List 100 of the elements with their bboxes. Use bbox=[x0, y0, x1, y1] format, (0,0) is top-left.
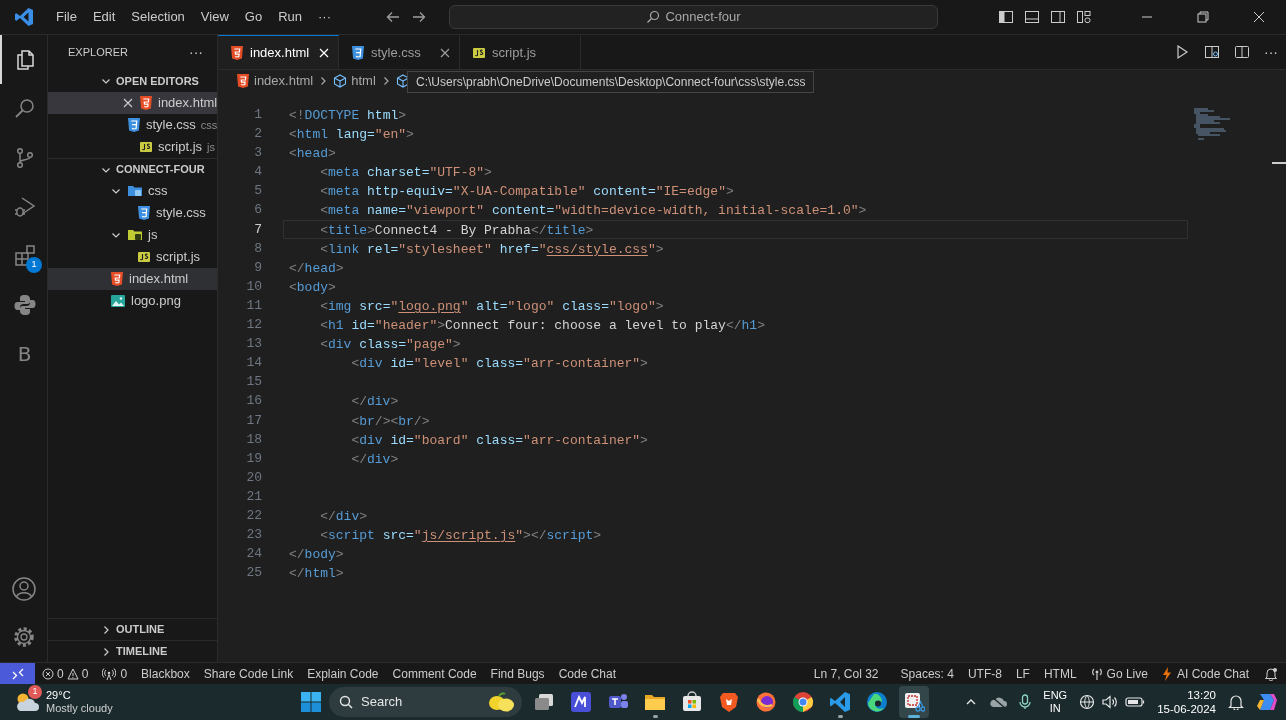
customize-layout-icon[interactable] bbox=[1076, 9, 1092, 25]
search-box[interactable]: Search bbox=[329, 687, 522, 717]
line-number: 1 bbox=[253, 106, 262, 124]
breadcrumb-item[interactable]: index.html bbox=[236, 71, 314, 91]
remote-button[interactable] bbox=[0, 663, 35, 684]
status-item[interactable]: Code Chat bbox=[551, 664, 623, 683]
language-text[interactable]: ENG bbox=[1043, 689, 1068, 702]
close-icon[interactable] bbox=[439, 46, 451, 59]
line-number: 20 bbox=[245, 468, 262, 487]
line-number: 13 bbox=[245, 335, 262, 354]
tree-document[interactable]: style.css bbox=[48, 202, 217, 224]
notification-bell-icon[interactable] bbox=[1228, 694, 1244, 710]
account-icon[interactable] bbox=[10, 576, 37, 602]
open-editor-item[interactable]: script.js js bbox=[48, 136, 217, 158]
line-number: 2 bbox=[253, 125, 262, 144]
broadcast-icon bbox=[102, 667, 117, 680]
command-center[interactable]: Connect-four bbox=[449, 5, 938, 29]
code-line: <body> bbox=[289, 279, 336, 295]
code-line: <div class="page"> bbox=[319, 337, 461, 353]
line-number: 24 bbox=[245, 545, 262, 564]
more-actions-button[interactable]: ··· bbox=[189, 42, 203, 63]
speaker-icon[interactable] bbox=[1101, 694, 1120, 710]
ai-chat-button[interactable]: AI Code Chat bbox=[1154, 664, 1256, 683]
line-number: 11 bbox=[245, 296, 262, 315]
tree-document[interactable]: index.html bbox=[48, 268, 217, 290]
status-item[interactable]: LF bbox=[1008, 664, 1037, 683]
assistant-app-icon[interactable] bbox=[1256, 691, 1278, 713]
section-header[interactable]: OPEN EDITORS bbox=[48, 70, 217, 92]
bell-icon[interactable] bbox=[1264, 666, 1278, 681]
run-icon[interactable] bbox=[1174, 44, 1190, 60]
code-line: </body> bbox=[289, 547, 344, 563]
menu-item[interactable]: Run bbox=[270, 5, 310, 29]
tree-folder[interactable]: css bbox=[48, 180, 217, 202]
status-item[interactable]: Blackbox bbox=[134, 664, 197, 683]
tree-document[interactable]: logo.png bbox=[48, 290, 217, 312]
status-item[interactable]: Ln 7, Col 32 bbox=[806, 664, 886, 683]
status-item[interactable]: Find Bugs bbox=[483, 664, 552, 683]
cloud-off-icon[interactable] bbox=[989, 695, 1008, 709]
more-actions-button[interactable]: ··· bbox=[1264, 41, 1278, 63]
activity-tab[interactable]: 1 bbox=[0, 231, 47, 280]
open-editor-item[interactable]: index.html bbox=[48, 92, 217, 114]
status-item[interactable]: Explain Code bbox=[300, 664, 386, 683]
cube-icon bbox=[333, 74, 348, 88]
open-editor-item[interactable]: style.css css bbox=[48, 114, 217, 136]
status-item[interactable]: HTML bbox=[1036, 664, 1084, 683]
battery-icon[interactable] bbox=[1125, 696, 1146, 708]
scrollbar-marker bbox=[1272, 162, 1286, 164]
section-header[interactable]: CONNECT-FOUR bbox=[48, 158, 217, 180]
menu-item[interactable]: Selection bbox=[123, 5, 193, 29]
editor-tab[interactable]: style.css bbox=[339, 35, 460, 69]
run-debug-icon[interactable] bbox=[12, 194, 37, 219]
status-item[interactable]: Spaces: 4 bbox=[893, 664, 961, 683]
menu-item[interactable]: View bbox=[192, 5, 237, 29]
panel-layout-icon[interactable] bbox=[1024, 9, 1040, 25]
line-number: 23 bbox=[245, 526, 262, 545]
problems-button[interactable]: 0 0 bbox=[35, 664, 96, 683]
date-text[interactable]: 15-06-2024 bbox=[1157, 702, 1216, 716]
breadcrumb-item[interactable] bbox=[395, 74, 410, 88]
status-item[interactable]: Share Code Link bbox=[196, 664, 301, 683]
time-text[interactable]: 13:20 bbox=[1187, 688, 1216, 702]
python-logo-icon[interactable] bbox=[12, 292, 37, 317]
back-arrow-icon[interactable] bbox=[385, 9, 401, 25]
folder-hint: css bbox=[200, 117, 218, 133]
code-line: <meta name="viewport" content="width=device-width, initial-scale=1.0"> bbox=[319, 203, 867, 219]
status-item[interactable]: Comment Code bbox=[385, 664, 484, 683]
activity-tab[interactable]: B bbox=[0, 329, 47, 378]
forward-arrow-icon[interactable] bbox=[411, 9, 427, 25]
editor-tab[interactable]: index.html bbox=[218, 35, 339, 69]
preview-icon[interactable] bbox=[1204, 44, 1220, 60]
status-item[interactable]: UTF-8 bbox=[960, 664, 1009, 683]
code-line: </div> bbox=[350, 451, 399, 467]
line-number: 6 bbox=[253, 201, 262, 220]
lightning-icon bbox=[1161, 666, 1172, 681]
line-number: 22 bbox=[245, 506, 262, 525]
tree-folder[interactable]: js bbox=[48, 224, 217, 246]
extension-letter[interactable]: B bbox=[17, 338, 32, 369]
menu-item[interactable]: ··· bbox=[310, 5, 339, 29]
tree-document[interactable]: script.js bbox=[48, 246, 217, 268]
code-line: <meta http-equiv="X-UA-Compatible" content="IE=edge"> bbox=[319, 184, 734, 200]
menu-item[interactable]: Go bbox=[236, 5, 271, 29]
sidebar-layout-icon[interactable] bbox=[998, 9, 1014, 25]
line-number: 7 bbox=[253, 220, 262, 239]
extensions-icon[interactable] bbox=[12, 243, 37, 268]
menu-item[interactable]: File bbox=[48, 5, 85, 29]
microphone-icon[interactable] bbox=[1019, 694, 1032, 710]
go-live-button[interactable]: Go Live bbox=[1083, 664, 1155, 683]
css-file-icon bbox=[127, 118, 141, 132]
region-text[interactable]: IN bbox=[1049, 702, 1061, 715]
code-line: <img src="logo.png" alt="logo" class="logo"> bbox=[319, 298, 664, 314]
close-icon[interactable] bbox=[122, 97, 134, 109]
line-number: 8 bbox=[253, 239, 262, 258]
globe-icon[interactable] bbox=[1079, 694, 1096, 710]
ports-button[interactable]: 0 bbox=[95, 664, 135, 683]
split-editor-icon[interactable] bbox=[1234, 44, 1250, 60]
breadcrumb-item[interactable]: html bbox=[333, 71, 376, 91]
start-icon[interactable] bbox=[300, 691, 322, 713]
menu-item[interactable]: Edit bbox=[84, 5, 124, 29]
editor-tab[interactable]: script.js bbox=[460, 35, 581, 69]
secondary-sidebar-icon[interactable] bbox=[1050, 9, 1066, 25]
section-header[interactable]: OUTLINE bbox=[48, 618, 217, 640]
